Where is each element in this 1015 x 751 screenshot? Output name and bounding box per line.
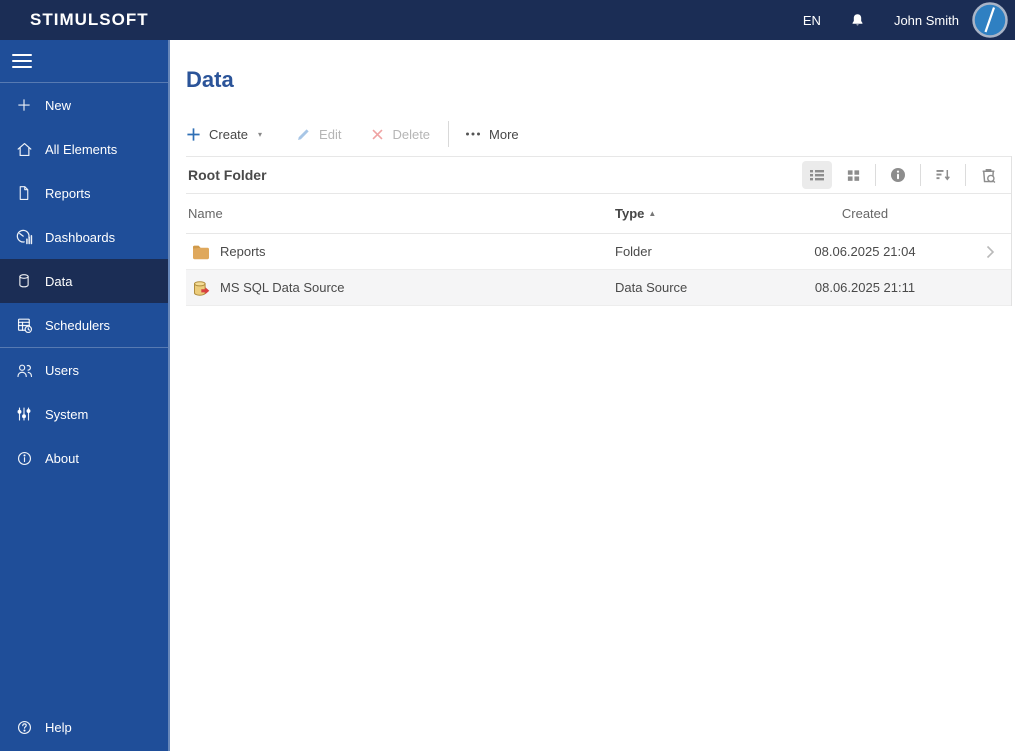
sidebar-item-label: Reports bbox=[45, 185, 91, 201]
sidebar-item-label: About bbox=[45, 450, 79, 466]
sidebar-item-label: Help bbox=[45, 719, 72, 735]
user-name[interactable]: John Smith bbox=[894, 13, 959, 28]
menu-toggle-icon[interactable] bbox=[0, 40, 168, 82]
delete-x-icon bbox=[372, 128, 383, 140]
sidebar-item-label: New bbox=[45, 97, 72, 113]
sidebar-item-label: Data bbox=[45, 273, 73, 289]
sidebar-item-label: Dashboards bbox=[45, 229, 116, 245]
topbar: STIMULSOFT EN John Smith bbox=[0, 0, 1015, 40]
sidebar-item-new[interactable]: New bbox=[0, 83, 168, 127]
search-deleted-button[interactable] bbox=[973, 161, 1003, 189]
notifications-bell-icon[interactable] bbox=[849, 12, 866, 29]
database-icon bbox=[13, 270, 35, 292]
item-type: Folder bbox=[615, 244, 652, 259]
view-toolbar-divider bbox=[965, 164, 966, 186]
sidebar: New All Elements Reports Dashboards Data… bbox=[0, 40, 170, 751]
list-view-button[interactable] bbox=[802, 161, 832, 189]
browser-panel: Root Folder Name Type ▲ Created Reports … bbox=[186, 156, 1012, 306]
users-icon bbox=[13, 359, 35, 381]
trash-search-icon bbox=[982, 168, 995, 183]
toolbar-divider bbox=[448, 121, 450, 147]
create-label: Create bbox=[209, 126, 249, 142]
home-icon bbox=[13, 138, 35, 160]
info-circle-icon bbox=[891, 168, 905, 182]
sidebar-item-reports[interactable]: Reports bbox=[0, 171, 168, 215]
gauge-icon bbox=[13, 226, 35, 248]
more-label: More bbox=[489, 126, 519, 142]
edit-button[interactable]: Edit bbox=[296, 127, 341, 142]
language-selector[interactable]: EN bbox=[803, 13, 821, 28]
view-toolbar bbox=[799, 161, 1011, 189]
delete-button[interactable]: Delete bbox=[371, 127, 430, 142]
grid-view-icon bbox=[847, 169, 859, 181]
item-created: 08.06.2025 21:04 bbox=[814, 244, 916, 259]
page-title: Data bbox=[186, 67, 234, 92]
current-folder-title: Root Folder bbox=[188, 167, 267, 183]
table-header-row: Name Type ▲ Created bbox=[186, 194, 1011, 234]
sidebar-item-help[interactable]: Help bbox=[0, 705, 168, 749]
column-header-type[interactable]: Type ▲ bbox=[615, 206, 785, 221]
sidebar-item-all-elements[interactable]: All Elements bbox=[0, 127, 168, 171]
item-created: 08.06.2025 21:11 bbox=[814, 280, 916, 295]
item-type: Data Source bbox=[615, 280, 688, 295]
create-button[interactable]: Create ▾ bbox=[186, 127, 262, 142]
info-button[interactable] bbox=[883, 161, 913, 189]
column-header-name[interactable]: Name bbox=[186, 206, 615, 221]
plus-icon bbox=[13, 94, 35, 116]
info-icon bbox=[13, 447, 35, 469]
item-name: Reports bbox=[220, 244, 266, 259]
table-row-reports[interactable]: Reports Folder 08.06.2025 21:04 bbox=[186, 234, 1011, 270]
app-logo: STIMULSOFT bbox=[30, 10, 149, 29]
edit-pencil-icon bbox=[298, 128, 309, 140]
view-toolbar-divider bbox=[920, 164, 921, 186]
data-source-icon bbox=[192, 280, 210, 296]
create-plus-icon bbox=[187, 127, 200, 141]
chevron-right-icon[interactable] bbox=[986, 245, 995, 259]
topbar-right: EN John Smith bbox=[803, 2, 1008, 38]
scheduler-icon bbox=[13, 314, 35, 336]
sidebar-item-label: System bbox=[45, 406, 89, 422]
sidebar-item-about[interactable]: About bbox=[0, 436, 168, 480]
more-button[interactable]: More bbox=[465, 127, 519, 142]
list-view-icon bbox=[810, 170, 824, 181]
user-avatar[interactable] bbox=[972, 2, 1008, 38]
sidebar-item-dashboards[interactable]: Dashboards bbox=[0, 215, 168, 259]
sidebar-item-users[interactable]: Users bbox=[0, 348, 168, 392]
sidebar-item-label: Users bbox=[45, 362, 79, 378]
sort-button[interactable] bbox=[928, 161, 958, 189]
sidebar-item-data[interactable]: Data bbox=[0, 259, 168, 303]
help-icon bbox=[13, 716, 35, 738]
delete-label: Delete bbox=[392, 126, 431, 142]
actions-toolbar: Create ▾ Edit Delete More bbox=[186, 120, 1015, 148]
table-row-ms-sql-data-source[interactable]: MS SQL Data Source Data Source 08.06.202… bbox=[186, 270, 1011, 306]
folder-icon bbox=[192, 244, 210, 260]
chevron-down-icon: ▾ bbox=[258, 129, 263, 139]
sidebar-item-schedulers[interactable]: Schedulers bbox=[0, 303, 168, 347]
document-icon bbox=[13, 182, 35, 204]
sort-icon bbox=[936, 170, 950, 181]
edit-label: Edit bbox=[319, 126, 342, 142]
main-content: Data Create ▾ Edit Delete More Root Fold… bbox=[172, 40, 1015, 751]
sidebar-item-label: All Elements bbox=[45, 141, 118, 157]
sidebar-item-system[interactable]: System bbox=[0, 392, 168, 436]
item-name: MS SQL Data Source bbox=[220, 280, 345, 295]
sort-asc-icon: ▲ bbox=[648, 209, 657, 218]
folder-bar: Root Folder bbox=[186, 156, 1011, 194]
sliders-icon bbox=[13, 403, 35, 425]
view-toolbar-divider bbox=[875, 164, 876, 186]
column-header-created[interactable]: Created bbox=[785, 206, 945, 221]
sidebar-item-label: Schedulers bbox=[45, 317, 111, 333]
more-dots-icon bbox=[466, 132, 481, 136]
grid-view-button[interactable] bbox=[838, 161, 868, 189]
